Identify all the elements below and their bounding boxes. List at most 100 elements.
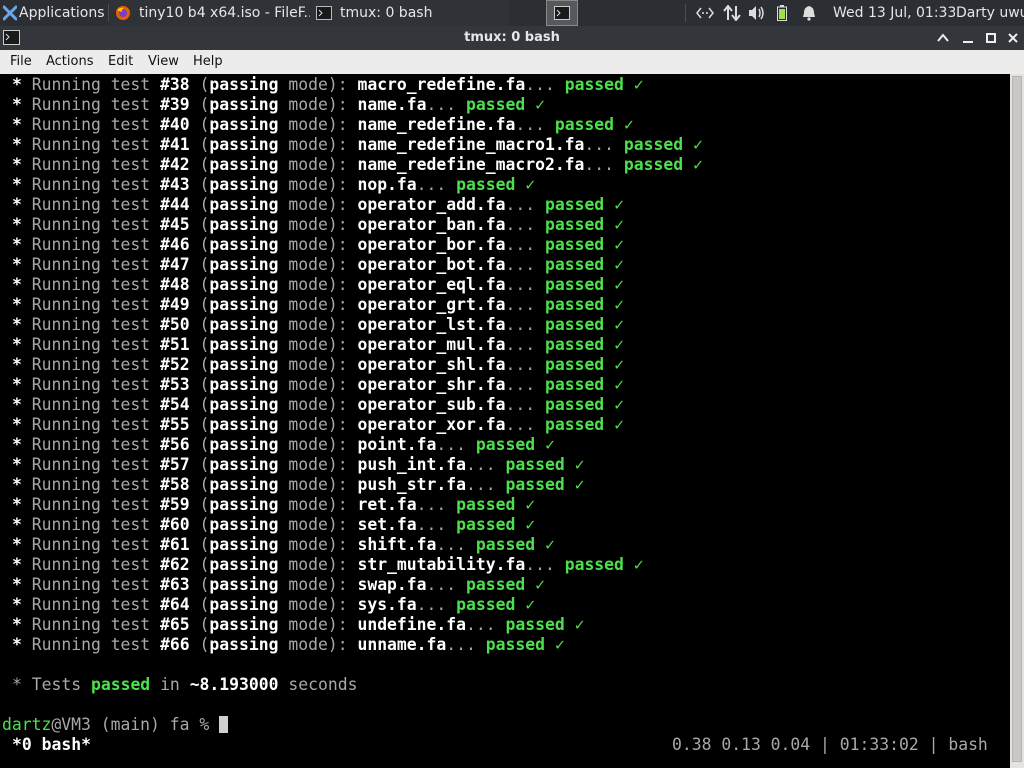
menu-help[interactable]: Help: [193, 50, 223, 74]
test-number: #46: [160, 235, 190, 254]
menu-view[interactable]: View: [148, 50, 179, 74]
test-mode: passing: [209, 255, 279, 274]
test-line: * Running test #58 (passing mode): push_…: [12, 475, 585, 494]
test-number: #65: [160, 615, 190, 634]
window-titlebar[interactable]: tmux: 0 bash: [0, 26, 1024, 50]
tray-network-code-icon[interactable]: [696, 0, 716, 26]
prompt-symbol: %: [199, 715, 210, 734]
check-icon: ✓: [535, 575, 545, 594]
test-file: macro_redefine.fa: [357, 75, 526, 94]
test-mode: passing: [209, 475, 279, 494]
test-line: * Running test #57 (passing mode): push_…: [12, 455, 585, 474]
test-status: passed: [456, 515, 516, 534]
taskbar-separator: [108, 4, 109, 22]
test-number: #54: [160, 395, 190, 414]
test-line: * Running test #54 (passing mode): opera…: [12, 395, 624, 414]
clock[interactable]: Wed 13 Jul, 01:33: [833, 0, 955, 26]
user-menu[interactable]: Darty uwu: [956, 0, 1024, 26]
test-mode-word: mode):: [288, 255, 348, 274]
test-prefix: Running test: [31, 615, 151, 634]
tmux-window-label[interactable]: *0 bash*: [12, 735, 91, 755]
network-arrows-icon[interactable]: [723, 0, 743, 26]
tmux-time: 01:33:02: [839, 735, 919, 754]
test-status: passed: [456, 495, 516, 514]
test-prefix: Running test: [31, 455, 151, 474]
menu-actions[interactable]: Actions: [46, 50, 94, 74]
test-file: operator_xor.fa: [357, 415, 506, 434]
test-ellipsis: ...: [466, 455, 496, 474]
test-file: unname.fa: [357, 635, 447, 654]
test-ellipsis: ...: [515, 115, 545, 134]
test-number: #43: [160, 175, 190, 194]
test-mode-word: mode):: [288, 355, 348, 374]
test-mode-word: mode):: [288, 135, 348, 154]
menu-edit[interactable]: Edit: [108, 50, 133, 74]
test-mode-word: mode):: [288, 595, 348, 614]
window-restore-icon[interactable]: [985, 32, 997, 44]
battery-icon[interactable]: [777, 0, 791, 26]
test-prefix: Running test: [31, 535, 151, 554]
window-maximize-up-icon[interactable]: [937, 32, 949, 44]
test-mode: passing: [209, 235, 279, 254]
shell-prompt[interactable]: dartz@VM3 (main) fa %: [2, 715, 229, 735]
test-file: name.fa: [357, 95, 427, 114]
check-icon: ✓: [614, 195, 624, 214]
test-file: operator_ban.fa: [357, 215, 506, 234]
test-line: * Running test #49 (passing mode): opera…: [12, 295, 624, 314]
cursor: [219, 716, 229, 733]
test-number: #56: [160, 435, 190, 454]
test-mode: passing: [209, 355, 279, 374]
test-line: * Running test #51 (passing mode): opera…: [12, 335, 624, 354]
scrollbar-thumb[interactable]: [1012, 76, 1022, 762]
test-line: * Running test #44 (passing mode): opera…: [12, 195, 624, 214]
terminal-scrollbar[interactable]: [1010, 74, 1024, 768]
test-mode: passing: [209, 575, 279, 594]
window-close-icon[interactable]: [1007, 32, 1019, 44]
prompt-host: @VM3: [51, 715, 91, 734]
applications-label: Applications: [19, 5, 105, 21]
test-line: * Running test #61 (passing mode): shift…: [12, 535, 555, 554]
window-minimize-icon[interactable]: [962, 32, 974, 44]
task-tmux[interactable]: tmux: 0 bash: [311, 0, 509, 26]
menu-file[interactable]: File: [10, 50, 32, 74]
test-ellipsis: ...: [466, 475, 496, 494]
notification-bell-icon[interactable]: [802, 0, 818, 26]
test-mode: passing: [209, 635, 279, 654]
test-ellipsis: ...: [446, 635, 476, 654]
task-firefox[interactable]: tiny10 b4 x64.iso - FileF...: [110, 0, 310, 26]
test-line: * Running test #59 (passing mode): ret.f…: [12, 495, 536, 514]
terminal-output[interactable]: * Running test #38 (passing mode): macro…: [0, 74, 1010, 768]
test-status: passed: [466, 95, 526, 114]
summary-passed-word: passed: [90, 675, 151, 694]
test-ellipsis: ...: [466, 615, 496, 634]
xfce-logo-icon: [3, 5, 17, 21]
test-line: * Running test #60 (passing mode): set.f…: [12, 515, 536, 534]
test-status: passed: [475, 535, 536, 554]
test-mode-word: mode):: [288, 95, 348, 114]
applications-menu-button[interactable]: Applications: [0, 0, 108, 26]
test-mode-word: mode):: [288, 75, 348, 94]
terminal-icon: [316, 5, 332, 21]
check-icon: ✓: [623, 115, 634, 134]
test-status: passed: [554, 115, 615, 134]
test-ellipsis: ...: [416, 515, 447, 534]
test-line: * Running test #47 (passing mode): opera…: [12, 255, 624, 274]
test-prefix: Running test: [31, 275, 151, 294]
test-mode: passing: [209, 435, 279, 454]
test-mode: passing: [209, 215, 279, 234]
test-number: #52: [160, 355, 190, 374]
test-mode-word: mode):: [288, 555, 348, 574]
test-number: #40: [160, 115, 190, 134]
test-ellipsis: ...: [525, 555, 555, 574]
test-mode-word: mode):: [288, 335, 348, 354]
workspace-switcher[interactable]: [546, 0, 578, 26]
summary-tests-label: Tests: [31, 675, 82, 694]
test-prefix: Running test: [31, 215, 151, 234]
test-status: passed: [456, 595, 516, 614]
test-number: #60: [160, 515, 190, 534]
test-line: * Running test #50 (passing mode): opera…: [12, 315, 624, 334]
taskbar-separator: [685, 4, 686, 22]
volume-icon[interactable]: [748, 0, 768, 26]
test-number: #63: [160, 575, 190, 594]
test-number: #39: [160, 95, 190, 114]
